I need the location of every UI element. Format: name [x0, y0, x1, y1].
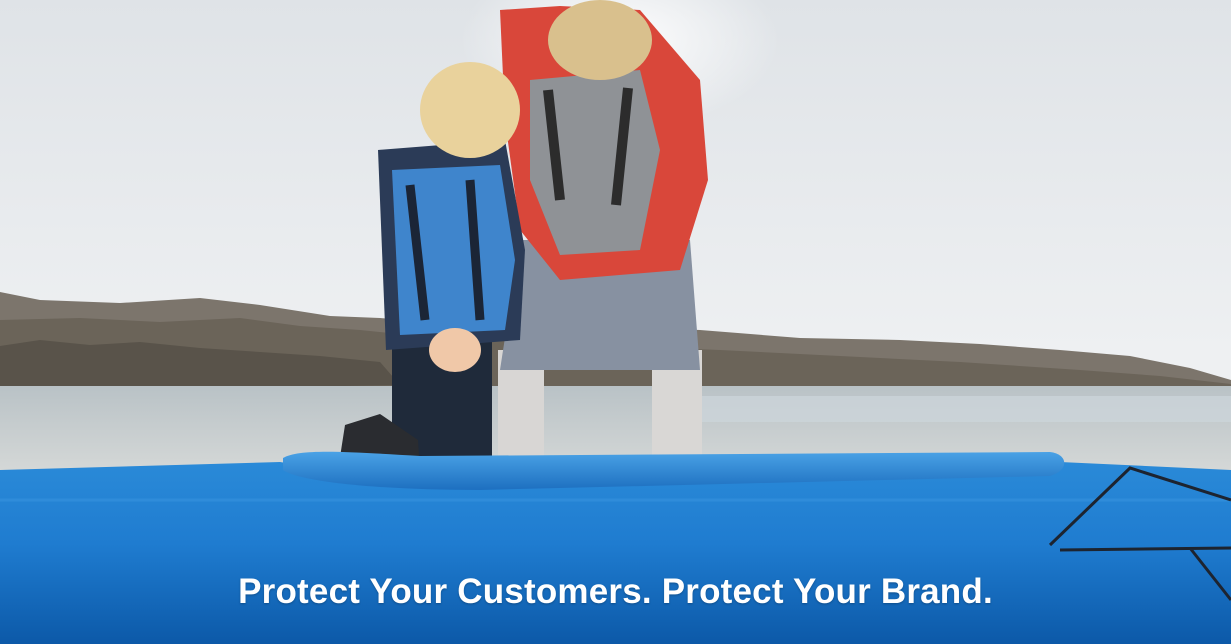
kayak — [0, 462, 1231, 644]
water-shimmer — [700, 396, 1231, 422]
hero-banner: Protect Your Customers. Protect Your Bra… — [0, 0, 1231, 644]
hero-photo — [0, 0, 1231, 644]
hero-headline: Protect Your Customers. Protect Your Bra… — [238, 572, 993, 611]
